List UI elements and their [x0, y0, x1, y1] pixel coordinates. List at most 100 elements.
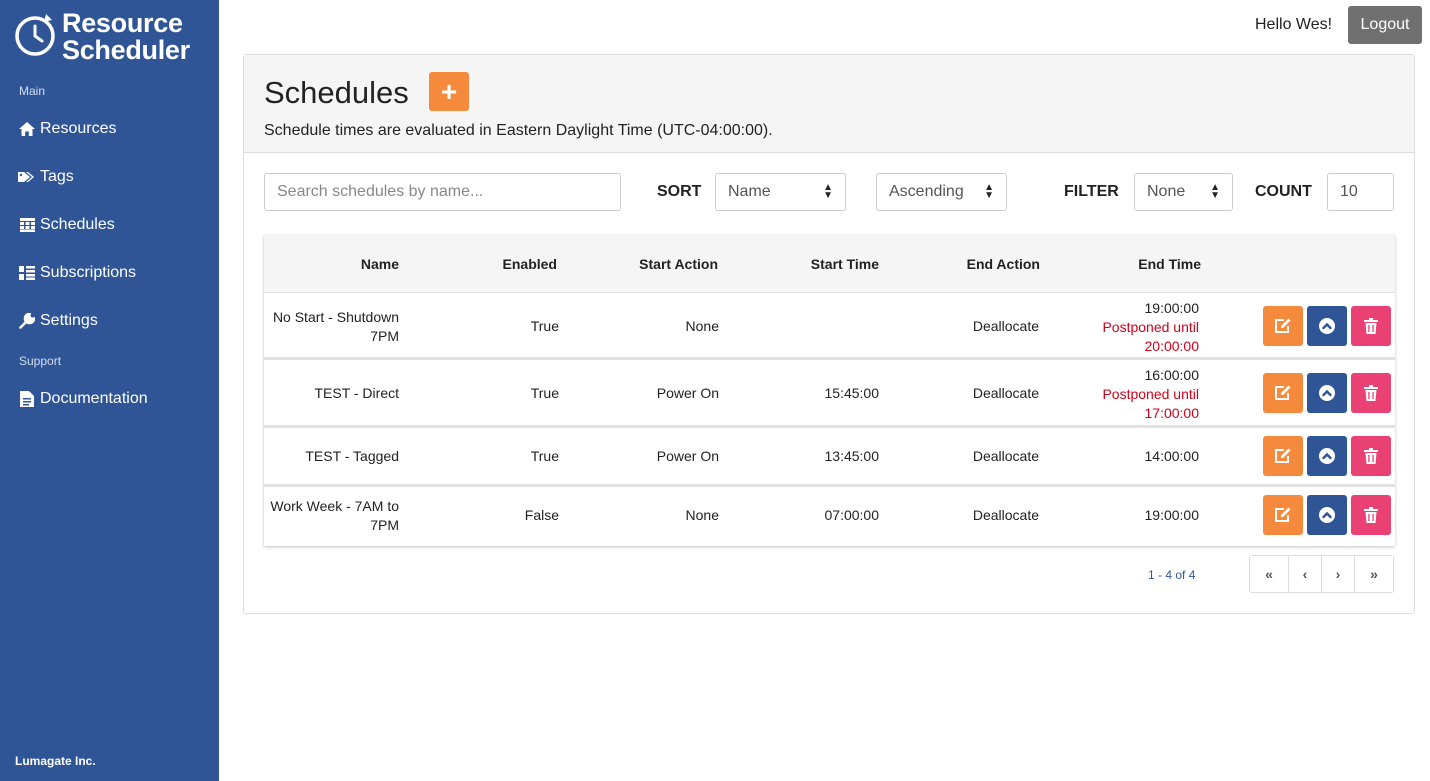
schedule-name-line: 7PM: [370, 328, 399, 344]
pagination: « ‹ › »: [1249, 555, 1394, 593]
delete-button[interactable]: [1351, 373, 1391, 413]
brand-line1: Resource: [62, 8, 183, 38]
edit-button[interactable]: [1263, 306, 1303, 346]
delete-button[interactable]: [1351, 306, 1391, 346]
postpone-button[interactable]: [1307, 306, 1347, 346]
sidebar-item-label: Subscriptions: [40, 264, 137, 281]
delete-button[interactable]: [1351, 436, 1391, 476]
end-action-value: Deallocate: [972, 507, 1039, 523]
schedules-card: Schedules + Schedule times are evaluated…: [243, 54, 1415, 614]
count-input[interactable]: [1327, 173, 1394, 211]
schedule-name-line: Work Week - 7AM to: [270, 498, 399, 514]
column-header-end-action[interactable]: End Action: [967, 256, 1040, 272]
postpone-button[interactable]: [1307, 373, 1347, 413]
schedule-name[interactable]: Work Week - 7AM to 7PM: [270, 497, 399, 535]
select-caret-icon: ▲ ▼: [823, 182, 833, 201]
start-action-value: Power On: [656, 385, 719, 401]
table-row: TEST - Tagged True Power On 13:45:00 Dea…: [264, 428, 1395, 487]
first-page-button[interactable]: «: [1250, 556, 1289, 592]
chevron-up-circle-icon: [1319, 507, 1335, 523]
trash-icon: [1364, 318, 1378, 334]
enabled-value: True: [530, 448, 559, 464]
end-time-value: 14:00:00: [1144, 448, 1200, 464]
end-time-cell: 16:00:00 Postponed until 17:00:00: [1102, 366, 1199, 423]
column-header-enabled[interactable]: Enabled: [503, 256, 557, 272]
trash-icon: [1364, 448, 1378, 464]
section-label-support: Support: [19, 354, 62, 368]
start-time-value: 13:45:00: [824, 448, 880, 464]
edit-button[interactable]: [1263, 495, 1303, 535]
column-header-start-time[interactable]: Start Time: [811, 256, 879, 272]
user-greeting: Hello Wes!: [1255, 16, 1333, 33]
end-action-value: Deallocate: [972, 385, 1039, 401]
table-row: TEST - Direct True Power On 15:45:00 Dea…: [264, 360, 1395, 428]
delete-button[interactable]: [1351, 495, 1391, 535]
column-header-name[interactable]: Name: [361, 256, 399, 272]
schedule-name[interactable]: TEST - Direct: [314, 385, 399, 401]
wrench-icon: [18, 313, 36, 329]
filter-label: FILTER: [1064, 183, 1119, 200]
sort-order-value: Ascending: [889, 183, 964, 200]
column-header-end-time[interactable]: End Time: [1138, 256, 1201, 272]
next-page-button[interactable]: ›: [1322, 556, 1355, 592]
logout-button[interactable]: Logout: [1348, 6, 1422, 44]
edit-icon: [1275, 385, 1291, 400]
sidebar-item-schedules[interactable]: Schedules: [18, 212, 115, 238]
sidebar-item-label: Tags: [40, 168, 74, 185]
schedules-table: Name Enabled Start Action Start Time End…: [264, 235, 1395, 546]
sidebar-item-resources[interactable]: Resources: [18, 116, 116, 142]
company-footer: Lumagate Inc.: [15, 754, 96, 768]
sidebar-item-label: Documentation: [40, 390, 148, 407]
enabled-value: True: [530, 318, 559, 334]
end-time-value: 19:00:00: [1144, 507, 1200, 523]
edit-button[interactable]: [1263, 373, 1303, 413]
select-caret-icon: ▲ ▼: [1210, 182, 1220, 201]
prev-page-button[interactable]: ‹: [1289, 556, 1322, 592]
sidebar-item-subscriptions[interactable]: Subscriptions: [18, 260, 136, 286]
list-icon: [18, 265, 36, 281]
schedule-name[interactable]: No Start - Shutdown 7PM: [273, 308, 399, 346]
row-actions: [1263, 306, 1391, 346]
column-header-start-action[interactable]: Start Action: [639, 256, 718, 272]
tags-icon: [18, 169, 36, 185]
enabled-value: True: [530, 385, 559, 401]
start-action-value: None: [685, 507, 719, 523]
schedule-name-line: No Start - Shutdown: [272, 309, 399, 325]
sidebar: Resource Scheduler Main Resources Tags S…: [0, 0, 219, 781]
sidebar-item-documentation[interactable]: Documentation: [18, 386, 148, 412]
edit-icon: [1275, 448, 1291, 463]
sort-field-value: Name: [728, 183, 771, 200]
chevron-up-circle-icon: [1319, 385, 1335, 401]
postponed-time: 20:00:00: [1144, 338, 1200, 354]
filter-value: None: [1147, 183, 1186, 200]
search-input[interactable]: [264, 173, 621, 211]
row-actions: [1263, 495, 1391, 535]
brand-logo[interactable]: Resource Scheduler: [12, 8, 217, 68]
edit-icon: [1275, 507, 1291, 522]
postpone-button[interactable]: [1307, 436, 1347, 476]
postponed-label: Postponed until: [1102, 319, 1199, 335]
schedule-name[interactable]: TEST - Tagged: [305, 448, 399, 464]
sidebar-item-label: Settings: [40, 312, 98, 329]
edit-button[interactable]: [1263, 436, 1303, 476]
add-schedule-button[interactable]: +: [429, 72, 469, 111]
brand-line2: Scheduler: [62, 35, 190, 65]
pagination-info: 1 - 4 of 4: [1148, 568, 1196, 582]
filter-select[interactable]: None ▲ ▼: [1134, 173, 1233, 211]
sort-order-select[interactable]: Ascending ▲ ▼: [876, 173, 1007, 211]
sidebar-item-label: Resources: [40, 120, 117, 137]
end-action-value: Deallocate: [972, 448, 1039, 464]
last-page-button[interactable]: »: [1355, 556, 1393, 592]
page-title: Schedules: [264, 75, 409, 110]
sidebar-item-tags[interactable]: Tags: [18, 164, 74, 190]
row-actions: [1263, 436, 1391, 476]
chevron-up-circle-icon: [1319, 318, 1335, 334]
card-header: Schedules + Schedule times are evaluated…: [244, 55, 1414, 153]
sort-field-select[interactable]: Name ▲ ▼: [715, 173, 846, 211]
trash-icon: [1364, 385, 1378, 401]
section-label-main: Main: [19, 84, 46, 98]
end-action-value: Deallocate: [972, 318, 1039, 334]
postpone-button[interactable]: [1307, 495, 1347, 535]
postponed-time: 17:00:00: [1144, 405, 1200, 421]
sidebar-item-settings[interactable]: Settings: [18, 308, 98, 334]
